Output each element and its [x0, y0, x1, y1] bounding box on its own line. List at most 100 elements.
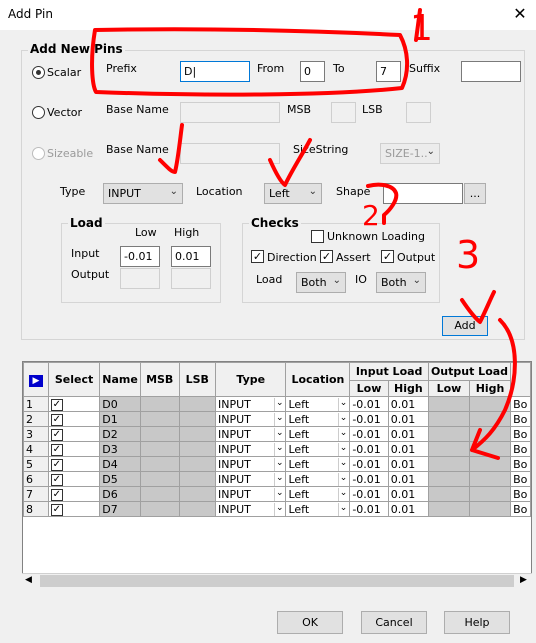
suffix-input[interactable]	[461, 61, 521, 82]
col-header-output-load[interactable]: Output Load	[427, 362, 512, 381]
shape-input[interactable]	[383, 183, 463, 204]
input-high-cell[interactable]: 0.01	[387, 411, 429, 427]
select-checkbox[interactable]: ✓	[50, 459, 63, 471]
output-low-cell[interactable]	[427, 501, 471, 517]
name-cell[interactable]: D7	[99, 501, 141, 517]
table-row[interactable]: 3 ✓ D2 INPUT ⌄ Left ⌄ -0.01 0.01 Bo	[23, 426, 531, 442]
type-cell[interactable]: INPUT ⌄	[214, 456, 287, 472]
type-cell[interactable]: INPUT ⌄	[214, 411, 287, 427]
input-low-cell[interactable]: -0.01	[349, 471, 389, 487]
select-checkbox[interactable]: ✓	[50, 504, 63, 516]
scroll-right-icon[interactable]: ▶	[520, 575, 527, 585]
chevron-down-icon[interactable]: ⌄	[273, 502, 283, 516]
to-input[interactable]	[376, 61, 401, 82]
col-header-msb[interactable]: MSB	[139, 362, 180, 397]
chevron-down-icon[interactable]: ⌄	[273, 457, 283, 471]
input-high-cell[interactable]: 0.01	[387, 441, 429, 457]
type-cell[interactable]: INPUT ⌄	[214, 441, 287, 457]
output-high-cell[interactable]	[468, 471, 512, 487]
select-checkbox[interactable]: ✓	[50, 474, 63, 486]
row-number[interactable]: 1	[23, 396, 49, 412]
scroll-left-icon[interactable]: ◀	[25, 575, 32, 585]
output-high-cell[interactable]	[468, 456, 512, 472]
chevron-down-icon[interactable]: ⌄	[337, 487, 347, 501]
table-row[interactable]: 5 ✓ D4 INPUT ⌄ Left ⌄ -0.01 0.01 Bo	[23, 456, 531, 472]
row-number[interactable]: 2	[23, 411, 49, 427]
output-high-cell[interactable]	[468, 486, 512, 502]
type-cell[interactable]: INPUT ⌄	[214, 486, 287, 502]
select-cell[interactable]: ✓	[47, 501, 101, 517]
location-cell[interactable]: Left ⌄	[285, 426, 351, 442]
input-low-field[interactable]	[120, 246, 160, 267]
chevron-down-icon[interactable]: ⌄	[337, 502, 347, 516]
msb-cell[interactable]	[139, 486, 180, 502]
chevron-down-icon[interactable]: ⌄	[273, 487, 283, 501]
col-header-select[interactable]: Select	[47, 362, 101, 397]
input-high-cell[interactable]: 0.01	[387, 426, 429, 442]
chevron-down-icon[interactable]: ⌄	[273, 427, 283, 441]
type-select[interactable]: INPUT ⌄	[103, 183, 183, 204]
input-low-cell[interactable]: -0.01	[349, 456, 389, 472]
col-header-type[interactable]: Type	[214, 362, 287, 397]
chevron-down-icon[interactable]: ⌄	[337, 457, 347, 471]
chevron-down-icon[interactable]: ⌄	[273, 472, 283, 486]
lsb-cell[interactable]	[178, 501, 216, 517]
input-high-cell[interactable]: 0.01	[387, 456, 429, 472]
msb-cell[interactable]	[139, 411, 180, 427]
select-checkbox[interactable]: ✓	[50, 399, 63, 411]
lsb-cell[interactable]	[178, 411, 216, 427]
table-row[interactable]: 6 ✓ D5 INPUT ⌄ Left ⌄ -0.01 0.01 Bo	[23, 471, 531, 487]
row-number[interactable]: 8	[23, 501, 49, 517]
output-checkbox[interactable]: ✓	[381, 250, 394, 263]
select-checkbox[interactable]: ✓	[50, 444, 63, 456]
extra-cell[interactable]: Bo	[510, 441, 531, 457]
input-low-cell[interactable]: -0.01	[349, 396, 389, 412]
row-number[interactable]: 3	[23, 426, 49, 442]
output-low-cell[interactable]	[427, 411, 471, 427]
select-cell[interactable]: ✓	[47, 441, 101, 457]
scrollbar-thumb[interactable]	[40, 575, 514, 587]
select-cell[interactable]: ✓	[47, 486, 101, 502]
close-icon[interactable]: ✕	[510, 4, 530, 24]
output-low-cell[interactable]	[427, 456, 471, 472]
row-number[interactable]: 6	[23, 471, 49, 487]
name-cell[interactable]: D6	[99, 486, 141, 502]
name-cell[interactable]: D1	[99, 411, 141, 427]
table-row[interactable]: 7 ✓ D6 INPUT ⌄ Left ⌄ -0.01 0.01 Bo	[23, 486, 531, 502]
chevron-down-icon[interactable]: ⌄	[337, 442, 347, 456]
prefix-input[interactable]	[180, 61, 250, 82]
output-low-cell[interactable]	[427, 486, 471, 502]
help-button[interactable]: Help	[444, 611, 510, 634]
location-cell[interactable]: Left ⌄	[285, 486, 351, 502]
chevron-down-icon[interactable]: ⌄	[273, 412, 283, 426]
col-header-output-high[interactable]: High	[468, 380, 512, 397]
select-cell[interactable]: ✓	[47, 396, 101, 412]
lsb-cell[interactable]	[178, 456, 216, 472]
input-high-cell[interactable]: 0.01	[387, 396, 429, 412]
location-cell[interactable]: Left ⌄	[285, 411, 351, 427]
output-high-cell[interactable]	[468, 411, 512, 427]
extra-cell[interactable]: Bo	[510, 411, 531, 427]
select-checkbox[interactable]: ✓	[50, 414, 63, 426]
name-cell[interactable]: D3	[99, 441, 141, 457]
col-header-location[interactable]: Location	[285, 362, 351, 397]
select-checkbox[interactable]: ✓	[50, 489, 63, 501]
direction-checkbox[interactable]: ✓	[251, 250, 264, 263]
msb-cell[interactable]	[139, 396, 180, 412]
type-cell[interactable]: INPUT ⌄	[214, 501, 287, 517]
col-header-input-low[interactable]: Low	[349, 380, 389, 397]
input-low-cell[interactable]: -0.01	[349, 411, 389, 427]
col-header-output-low[interactable]: Low	[427, 380, 471, 397]
table-row[interactable]: 1 ✓ D0 INPUT ⌄ Left ⌄ -0.01 0.01 Bo	[23, 396, 531, 412]
lsb-cell[interactable]	[178, 426, 216, 442]
name-cell[interactable]: D2	[99, 426, 141, 442]
row-number[interactable]: 7	[23, 486, 49, 502]
extra-cell[interactable]: Bo	[510, 471, 531, 487]
extra-cell[interactable]: Bo	[510, 501, 531, 517]
input-high-field[interactable]	[171, 246, 211, 267]
location-cell[interactable]: Left ⌄	[285, 501, 351, 517]
chevron-down-icon[interactable]: ⌄	[337, 427, 347, 441]
location-cell[interactable]: Left ⌄	[285, 441, 351, 457]
select-cell[interactable]: ✓	[47, 456, 101, 472]
input-low-cell[interactable]: -0.01	[349, 441, 389, 457]
